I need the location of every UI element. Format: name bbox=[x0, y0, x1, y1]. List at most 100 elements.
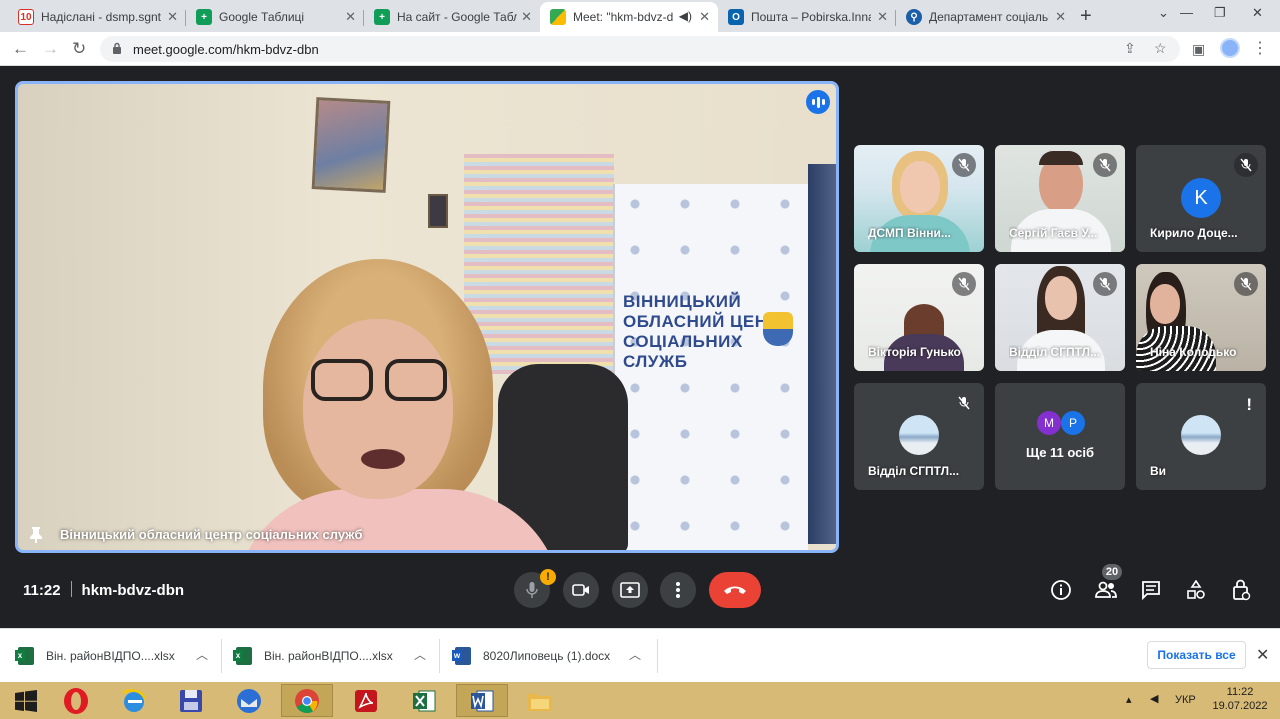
thunderbird-icon bbox=[237, 688, 261, 713]
mic-off-icon bbox=[952, 272, 976, 296]
chat-button[interactable] bbox=[1137, 576, 1165, 604]
language-indicator[interactable]: УКР bbox=[1175, 694, 1196, 706]
close-icon[interactable]: ✕ bbox=[877, 9, 888, 25]
share-icon[interactable]: ⇪ bbox=[1124, 40, 1136, 57]
side-panel-icon[interactable]: ▣ bbox=[1192, 41, 1205, 58]
browser-tab[interactable]: + На сайт - Google Табл ✕ bbox=[364, 2, 540, 32]
close-icon[interactable]: ✕ bbox=[699, 9, 710, 25]
lock-person-icon bbox=[1233, 579, 1251, 601]
camera-button[interactable] bbox=[563, 572, 599, 608]
mic-warning-badge: ! bbox=[540, 569, 556, 585]
browser-tab-active[interactable]: Meet: "hkm-bdvz-d ◀) ✕ bbox=[540, 2, 718, 32]
main-speaker-video[interactable]: ВІННИЦЬКИЙ ОБЛАСНИЙ ЦЕНТР СОЦІАЛЬНИХ СЛУ… bbox=[15, 81, 839, 553]
chevron-up-icon[interactable]: ︿ bbox=[629, 646, 641, 663]
file-explorer-app[interactable] bbox=[514, 684, 566, 717]
close-icon[interactable]: ✕ bbox=[345, 9, 356, 25]
participant-avatar: M bbox=[1037, 411, 1061, 435]
more-options-button[interactable] bbox=[660, 572, 696, 608]
download-item[interactable]: x Він. районВІДПО....xlsx ︿ bbox=[233, 643, 426, 669]
host-controls-button[interactable] bbox=[1227, 576, 1255, 604]
warning-icon[interactable]: ! bbox=[1246, 395, 1252, 415]
meeting-details-button[interactable] bbox=[1047, 576, 1075, 604]
thunderbird-app[interactable] bbox=[223, 684, 275, 717]
more-vert-icon bbox=[676, 582, 680, 598]
address-bar[interactable]: meet.google.com/hkm-bdvz-dbn ⇪ ☆ bbox=[100, 36, 1180, 62]
internet-explorer-app[interactable] bbox=[108, 684, 160, 717]
ukrnet-icon: 10 bbox=[18, 9, 34, 25]
leave-call-button[interactable] bbox=[709, 572, 761, 608]
close-icon[interactable]: ✕ bbox=[1055, 9, 1066, 25]
volume-icon[interactable]: ◀ bbox=[1150, 692, 1158, 705]
meeting-details: 11:22 hkm-bdvz-dbn bbox=[23, 581, 184, 599]
chrome-app[interactable] bbox=[281, 684, 333, 717]
participant-tile[interactable]: Відділ СГПТЛ... bbox=[995, 264, 1125, 371]
participant-tile[interactable]: Вікторія Гунько bbox=[854, 264, 984, 371]
browser-tab[interactable]: 10 Надіслані - dsmp.sgnt@ ✕ bbox=[8, 2, 186, 32]
people-button[interactable]: 20 bbox=[1092, 564, 1122, 604]
present-screen-button[interactable] bbox=[612, 572, 648, 608]
participant-name: Вікторія Гунько bbox=[868, 345, 961, 359]
tray-expand-icon[interactable]: ▴ bbox=[1126, 693, 1132, 706]
save-app[interactable] bbox=[165, 684, 217, 717]
meeting-time: 11:22 bbox=[23, 582, 61, 599]
present-screen-icon bbox=[620, 582, 640, 598]
reload-button[interactable]: ↻ bbox=[72, 39, 86, 59]
word-icon bbox=[471, 690, 494, 711]
chevron-up-icon[interactable]: ︿ bbox=[196, 646, 208, 663]
participant-name: Кирило Доце... bbox=[1150, 226, 1238, 240]
minimize-button[interactable]: — bbox=[1180, 5, 1193, 20]
participant-tile[interactable]: Сергій Гаєв У... bbox=[995, 145, 1125, 252]
download-item[interactable]: x Він. районВІДПО....xlsx ︿ bbox=[15, 643, 208, 669]
participant-tile[interactable]: Відділ СГПТЛ... bbox=[854, 383, 984, 490]
start-button[interactable] bbox=[0, 684, 52, 717]
mic-off-icon bbox=[952, 153, 976, 177]
close-icon[interactable]: ✕ bbox=[167, 9, 178, 25]
participant-name: Ніна Колодько bbox=[1150, 345, 1237, 359]
participant-avatar: K bbox=[1181, 178, 1221, 218]
rollup-banner: ВІННИЦЬКИЙ ОБЛАСНИЙ ЦЕНТР СОЦІАЛЬНИХ СЛУ… bbox=[613, 184, 808, 550]
url-text: meet.google.com/hkm-bdvz-dbn bbox=[133, 42, 319, 57]
speaker-person bbox=[233, 259, 593, 550]
self-tile[interactable]: ! Ви bbox=[1136, 383, 1266, 490]
bookmark-star-icon[interactable]: ☆ bbox=[1154, 40, 1167, 57]
close-icon[interactable]: ✕ bbox=[521, 9, 532, 25]
chevron-up-icon[interactable]: ︿ bbox=[414, 646, 426, 663]
participant-name: Відділ СГПТЛ... bbox=[868, 464, 960, 478]
participant-tile[interactable]: Ніна Колодько bbox=[1136, 264, 1266, 371]
speaker-audio-icon[interactable]: ◀) bbox=[679, 9, 692, 23]
excel-app[interactable] bbox=[398, 684, 450, 717]
tab-title: Надіслані - dsmp.sgnt@ bbox=[41, 10, 161, 24]
clock-date: 19.07.2022 bbox=[1212, 700, 1268, 712]
windows-logo-icon bbox=[15, 689, 37, 712]
folder-icon bbox=[528, 693, 552, 711]
download-item[interactable]: w 8020Липовець (1).docx ︿ bbox=[452, 643, 641, 669]
self-avatar bbox=[1181, 415, 1221, 455]
browser-tab[interactable]: O Пошта – Pobirska.Inna ✕ bbox=[718, 2, 896, 32]
activities-button[interactable] bbox=[1182, 576, 1210, 604]
meet-icon bbox=[550, 9, 566, 25]
profile-avatar[interactable] bbox=[1220, 38, 1240, 58]
tab-search-icon[interactable]: ⌄ bbox=[1158, 5, 1169, 21]
system-clock[interactable]: 11:22 19.07.2022 bbox=[1212, 685, 1268, 713]
close-window-button[interactable]: ✕ bbox=[1252, 5, 1263, 21]
word-app[interactable] bbox=[456, 684, 508, 717]
browser-tab[interactable]: ⚲ Департамент соціальн ✕ bbox=[896, 2, 1074, 32]
browser-menu-icon[interactable]: ⋮ bbox=[1252, 38, 1268, 58]
more-participants-tile[interactable]: M P Ще 11 осіб bbox=[995, 383, 1125, 490]
acrobat-app[interactable] bbox=[340, 684, 392, 717]
pin-icon[interactable] bbox=[30, 527, 42, 543]
back-button[interactable]: ← bbox=[12, 39, 29, 59]
chrome-icon bbox=[295, 688, 319, 713]
browser-tab[interactable]: + Google Таблиці ✕ bbox=[186, 2, 364, 32]
forward-button[interactable]: → bbox=[42, 39, 59, 59]
mic-off-icon bbox=[1093, 272, 1117, 296]
restore-button[interactable]: ❐ bbox=[1214, 5, 1226, 21]
participant-tile[interactable]: K Кирило Доце... bbox=[1136, 145, 1266, 252]
participant-avatar: P bbox=[1061, 411, 1085, 435]
opera-app[interactable] bbox=[50, 684, 102, 717]
show-all-downloads-button[interactable]: Показать все bbox=[1147, 641, 1246, 669]
participant-tile[interactable]: ДСМП Вінни... bbox=[854, 145, 984, 252]
new-tab-button[interactable]: + bbox=[1080, 5, 1092, 28]
close-icon[interactable]: ✕ bbox=[1256, 645, 1269, 665]
microphone-button[interactable]: ! bbox=[514, 569, 556, 608]
